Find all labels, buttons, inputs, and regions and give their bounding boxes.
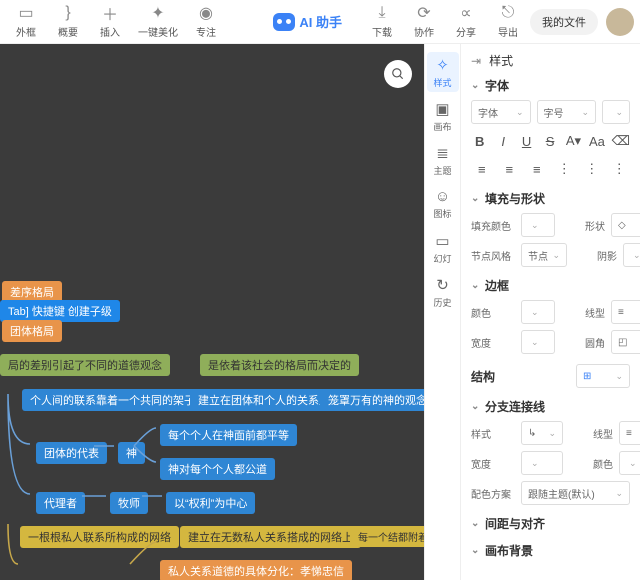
mindmap-node[interactable]: 团体的代表 (36, 442, 107, 464)
ai-assistant-button[interactable]: AI 助手 (263, 8, 352, 35)
mindmap-node[interactable]: 每个个人在神面前都平等 (160, 424, 297, 446)
border-line-select[interactable]: ≡ (611, 300, 640, 324)
tb-collab[interactable]: ⟳协作 (404, 2, 444, 42)
align-center-button[interactable]: ≡ (499, 158, 521, 180)
tb-frame[interactable]: ▭外框 (6, 2, 46, 42)
mindmap-node[interactable]: 代理者 (36, 492, 85, 514)
mindmap-node[interactable]: 以“权利”为中心 (166, 492, 255, 514)
font-size-select[interactable]: 字号 (537, 100, 597, 124)
shortcut-tip: Tab] 快捷键 创建子级 (0, 300, 120, 322)
section-font: 字体 字体 字号 B I U S A▾ Aa ⌫ ≡ ≡ ≡ ⋮ ⋮ ⋮ (471, 77, 630, 180)
mindmap-node[interactable]: 一根根私人联系所构成的网络 (20, 526, 179, 548)
fill-color-select[interactable] (521, 213, 555, 237)
section-branch: 分支连接线 样式↳线型≡ 宽度颜色 配色方案跟随主题(默认) (471, 398, 630, 505)
scheme-select[interactable]: 跟随主题(默认) (521, 481, 630, 505)
tb-export[interactable]: ⎋导出 (488, 2, 528, 42)
font-color-button[interactable]: A▾ (565, 130, 582, 152)
valign-bot-button[interactable]: ⋮ (609, 158, 631, 180)
search-icon (391, 67, 405, 81)
side-icons[interactable]: ☺图标 (427, 184, 459, 224)
collapse-icon[interactable]: ⇥ (471, 54, 481, 68)
clear-format-button[interactable]: ⌫ (612, 130, 630, 152)
tb-focus[interactable]: ◉专注 (186, 2, 226, 42)
mindmap-node[interactable]: 神对每个个人都公道 (160, 458, 275, 480)
nodestyle-select[interactable]: 节点 (521, 243, 567, 267)
section-header[interactable]: 分支连接线 (471, 398, 630, 415)
section-spacing: 间距与对齐 (471, 515, 630, 532)
section-structure: 结构⊞ (471, 364, 630, 388)
tb-share[interactable]: ∝分享 (446, 2, 486, 42)
font-extra-select[interactable] (602, 100, 630, 124)
border-width-select[interactable] (521, 330, 555, 354)
branch-width-select[interactable] (521, 451, 563, 475)
avatar[interactable] (606, 8, 634, 36)
mindmap-canvas[interactable]: 差序格局 Tab] 快捷键 创建子级 团体格局 局的差别引起了不同的道德观念 是… (0, 44, 424, 580)
tb-summary[interactable]: }概要 (48, 2, 88, 42)
align-left-button[interactable]: ≡ (471, 158, 493, 180)
panel-title: 样式 (489, 52, 513, 69)
mindmap-node[interactable]: 私人关系道德的具体分化：孝悌忠信 (160, 560, 352, 580)
mindmap-node[interactable]: 团体格局 (2, 320, 62, 342)
case-button[interactable]: Aa (588, 130, 605, 152)
border-color-select[interactable] (521, 300, 555, 324)
style-icon: ✧ (436, 56, 449, 74)
section-header[interactable]: 间距与对齐 (471, 515, 630, 532)
canvas-icon: ▣ (435, 100, 449, 118)
side-history[interactable]: ↻历史 (427, 272, 459, 312)
tb-beautify[interactable]: ✦一键美化 (132, 2, 184, 42)
theme-icon: ≣ (436, 144, 449, 162)
strike-button[interactable]: S (541, 130, 558, 152)
section-header[interactable]: 画布背景 (471, 542, 630, 559)
top-toolbar: ▭外框 }概要 ＋插入 ✦一键美化 ◉专注 AI 助手 ⤓下载 ⟳协作 ∝分享 … (0, 0, 640, 44)
border-radius-select[interactable]: ◰ (611, 330, 640, 354)
branch-color-select[interactable] (619, 451, 640, 475)
underline-button[interactable]: U (518, 130, 535, 152)
side-theme[interactable]: ≣主题 (427, 140, 459, 180)
structure-select[interactable]: ⊞ (576, 364, 630, 388)
my-files-button[interactable]: 我的文件 (530, 9, 598, 35)
shadow-select[interactable] (623, 243, 640, 267)
font-family-select[interactable]: 字体 (471, 100, 531, 124)
italic-button[interactable]: I (494, 130, 511, 152)
mindmap-node[interactable]: 建立在无数私人关系搭成的网络上 (180, 526, 361, 548)
branch-style-select[interactable]: ↳ (521, 421, 563, 445)
side-slides[interactable]: ▭幻灯 (427, 228, 459, 268)
right-sidebar: ✧样式 ▣画布 ≣主题 ☺图标 ▭幻灯 ↻历史 (424, 44, 460, 580)
mindmap-node[interactable]: 每一个结都附着一种道德要素 (350, 526, 424, 547)
branch-line-select[interactable]: ≡ (619, 421, 640, 445)
valign-mid-button[interactable]: ⋮ (581, 158, 603, 180)
side-style[interactable]: ✧样式 (427, 52, 459, 92)
bold-button[interactable]: B (471, 130, 488, 152)
section-border: 边框 颜色线型≡ 宽度圆角◰ (471, 277, 630, 354)
align-right-button[interactable]: ≡ (526, 158, 548, 180)
mindmap-node[interactable]: 局的差别引起了不同的道德观念 (0, 354, 170, 376)
section-header[interactable]: 字体 (471, 77, 630, 94)
mindmap-node[interactable]: 笼罩万有的神的观念 (320, 389, 424, 411)
history-icon: ↻ (436, 276, 449, 294)
ai-icon (273, 13, 295, 31)
tb-download[interactable]: ⤓下载 (362, 2, 402, 42)
tb-insert[interactable]: ＋插入 (90, 2, 130, 42)
style-panel: ⇥ 样式 字体 字体 字号 B I U S A▾ Aa ⌫ ≡ ≡ ≡ (460, 44, 640, 580)
section-fill: 填充与形状 填充颜色形状◇ 节点风格节点阴影 (471, 190, 630, 267)
mindmap-node[interactable]: 牧师 (110, 492, 148, 514)
section-canvas-bg: 画布背景 (471, 542, 630, 559)
mindmap-node[interactable]: 神 (118, 442, 145, 464)
mindmap-node[interactable]: 个人间的联系靠着一个共同的架子 (22, 389, 203, 411)
shape-select[interactable]: ◇ (611, 213, 640, 237)
search-button[interactable] (384, 60, 412, 88)
mindmap-node[interactable]: 是依着该社会的格局而决定的 (200, 354, 359, 376)
panel-header: ⇥ 样式 (471, 52, 630, 69)
section-header[interactable]: 边框 (471, 277, 630, 294)
side-canvas[interactable]: ▣画布 (427, 96, 459, 136)
smiley-icon: ☺ (435, 188, 450, 205)
slides-icon: ▭ (435, 232, 449, 250)
valign-top-button[interactable]: ⋮ (554, 158, 576, 180)
section-header[interactable]: 填充与形状 (471, 190, 630, 207)
mindmap-node[interactable]: 建立在团体和个人的关系上 (190, 389, 338, 411)
